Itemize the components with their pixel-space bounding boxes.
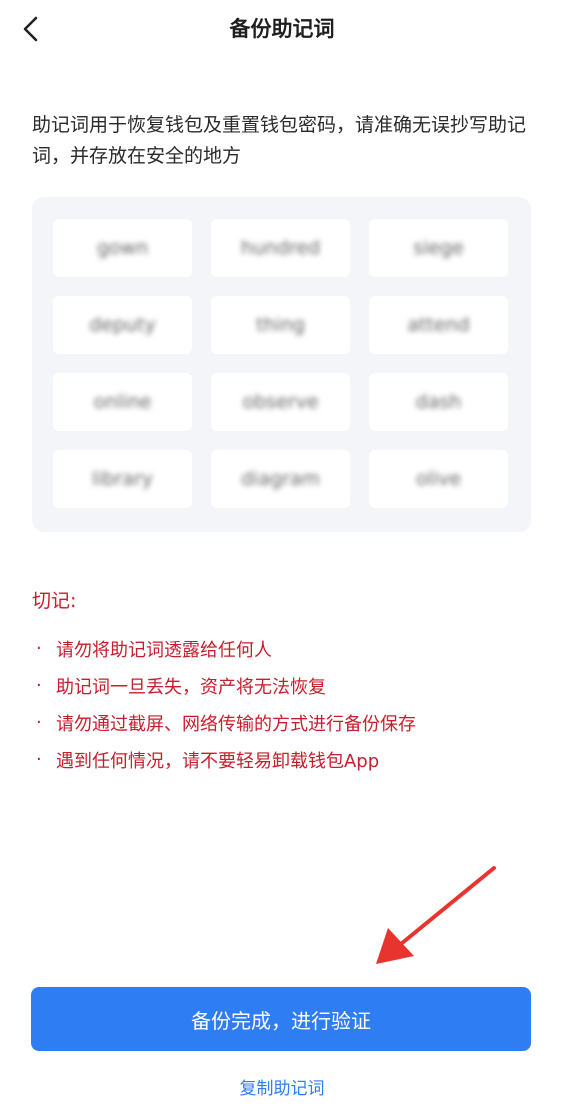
warning-text: 助记词一旦丢失，资产将无法恢复	[56, 676, 326, 698]
mnemonic-word: observe	[242, 391, 319, 413]
backup-done-verify-button[interactable]: 备份完成，进行验证	[31, 987, 531, 1051]
warning-item: · 助记词一旦丢失，资产将无法恢复	[32, 667, 542, 704]
warning-text: 请勿通过截屏、网络传输的方式进行备份保存	[56, 713, 416, 735]
mnemonic-word-cell: online	[53, 373, 192, 431]
warning-text: 遇到任何情况，请不要轻易卸载钱包App	[56, 750, 380, 772]
mnemonic-word-cell: library	[53, 450, 192, 508]
bullet-point: ·	[36, 638, 42, 659]
intro-text: 助记词用于恢复钱包及重置钱包密码，请准确无误抄写助记词，并存放在安全的地方	[32, 114, 527, 167]
mnemonic-word-cell: attend	[369, 296, 508, 354]
mnemonic-word: deputy	[89, 314, 156, 336]
bullet-point: ·	[36, 675, 42, 696]
mnemonic-word-cell: diagram	[211, 450, 350, 508]
mnemonic-word-cell: dash	[369, 373, 508, 431]
mnemonic-word: thing	[256, 314, 305, 336]
mnemonic-word-cell: deputy	[53, 296, 192, 354]
mnemonic-word: gown	[96, 237, 149, 259]
warning-list: · 请勿将助记词透露给任何人 · 助记词一旦丢失，资产将无法恢复 · 请勿通过截…	[32, 630, 542, 778]
mnemonic-word-cell: olive	[369, 450, 508, 508]
warning-title: 切记:	[32, 590, 77, 612]
mnemonic-word-cell: gown	[53, 219, 192, 277]
page-title: 备份助记词	[229, 17, 335, 41]
mnemonic-word: library	[91, 468, 154, 490]
mnemonic-grid: gown hundred siege deputy thing attend o…	[32, 197, 531, 532]
mnemonic-word-cell: observe	[211, 373, 350, 431]
mnemonic-word: diagram	[240, 468, 320, 490]
annotation-arrow-icon	[376, 866, 496, 964]
mnemonic-word: online	[93, 391, 152, 413]
bullet-point: ·	[36, 749, 42, 770]
mnemonic-word: siege	[413, 237, 464, 259]
backup-mnemonic-screen: 备份助记词 助记词用于恢复钱包及重置钱包密码，请准确无误抄写助记词，并存放在安全…	[0, 0, 564, 1112]
mnemonic-word-cell: hundred	[211, 219, 350, 277]
nav-bar: 备份助记词	[0, 0, 564, 58]
bullet-point: ·	[36, 712, 42, 733]
mnemonic-word: attend	[407, 314, 470, 336]
warning-text: 请勿将助记词透露给任何人	[56, 639, 272, 661]
warning-item: · 请勿将助记词透露给任何人	[32, 630, 542, 667]
copy-mnemonic-link[interactable]: 复制助记词	[0, 1076, 564, 1102]
warning-item: · 请勿通过截屏、网络传输的方式进行备份保存	[32, 704, 542, 741]
warning-item: · 遇到任何情况，请不要轻易卸载钱包App	[32, 741, 542, 778]
mnemonic-word: hundred	[240, 237, 321, 259]
mnemonic-word: olive	[415, 468, 462, 490]
mnemonic-word: dash	[415, 391, 462, 413]
mnemonic-word-cell: thing	[211, 296, 350, 354]
mnemonic-word-cell: siege	[369, 219, 508, 277]
